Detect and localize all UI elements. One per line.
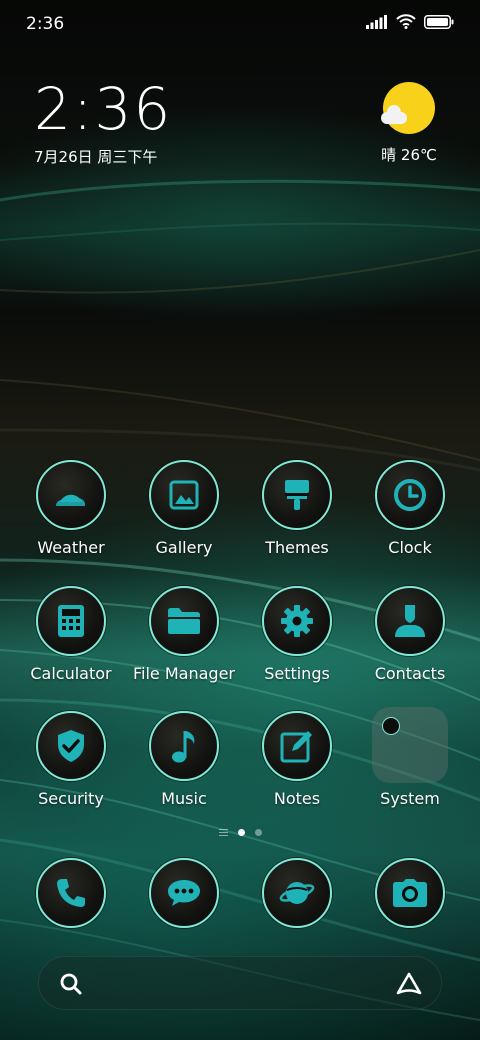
app-label: Security	[38, 789, 104, 808]
camera-icon	[375, 858, 445, 928]
app-notes[interactable]: Notes	[242, 711, 352, 808]
folder-group-icon	[372, 707, 448, 783]
page-indicator[interactable]	[0, 829, 480, 836]
clock-time: 2:36	[34, 75, 173, 143]
app-security[interactable]: Security	[16, 711, 126, 808]
page-dot-active[interactable]	[237, 829, 245, 836]
app-label: Themes	[265, 538, 329, 557]
app-clock[interactable]: Clock	[355, 460, 465, 557]
calculator-icon	[36, 586, 106, 656]
assistant-icon[interactable]	[395, 971, 423, 997]
browser-planet-icon	[262, 858, 332, 928]
app-gallery[interactable]: Gallery	[129, 460, 239, 557]
dock-browser[interactable]	[242, 858, 352, 928]
app-file-manager[interactable]: File Manager	[129, 586, 239, 683]
app-themes[interactable]: Themes	[242, 460, 352, 557]
weather-icon	[36, 460, 106, 530]
app-calculator[interactable]: Calculator	[16, 586, 126, 683]
clock-widget[interactable]: 2:36 7月26日 周三下午	[34, 78, 172, 167]
dock-phone[interactable]	[16, 858, 126, 928]
notes-edit-icon	[262, 711, 332, 781]
app-system-folder[interactable]: System	[355, 707, 465, 808]
signal-icon	[366, 14, 387, 29]
weather-widget[interactable]: 晴 26℃	[374, 82, 444, 165]
app-label: File Manager	[133, 664, 235, 683]
battery-icon	[424, 14, 454, 29]
app-label: Notes	[273, 789, 321, 808]
page-list-icon	[218, 829, 228, 836]
app-label: Contacts	[374, 664, 446, 683]
gear-icon	[262, 586, 332, 656]
status-time: 2:36	[26, 14, 65, 34]
status-icons	[366, 14, 454, 29]
phone-icon	[36, 858, 106, 928]
clock-icon	[375, 460, 445, 530]
app-music[interactable]: Music	[129, 711, 239, 808]
status-bar: 2:36	[0, 0, 480, 50]
app-label: Weather	[37, 538, 105, 557]
sun-cloud-icon	[381, 82, 435, 134]
app-label: System	[380, 789, 440, 808]
dock-camera[interactable]	[355, 858, 465, 928]
contact-person-icon	[375, 586, 445, 656]
app-label: Music	[161, 789, 207, 808]
shield-check-icon	[36, 711, 106, 781]
dock-messages[interactable]	[129, 858, 239, 928]
music-note-icon	[149, 711, 219, 781]
page-dot[interactable]	[254, 829, 262, 836]
app-label: Clock	[388, 538, 432, 557]
app-label: Settings	[264, 664, 330, 683]
app-weather[interactable]: Weather	[16, 460, 126, 557]
gallery-icon	[149, 460, 219, 530]
wifi-icon	[396, 14, 416, 29]
app-settings[interactable]: Settings	[242, 586, 352, 683]
folder-icon	[149, 586, 219, 656]
app-label: Calculator	[30, 664, 112, 683]
app-contacts[interactable]: Contacts	[355, 586, 465, 683]
search-icon[interactable]	[59, 972, 83, 996]
app-label: Gallery	[155, 538, 213, 557]
search-bar[interactable]	[38, 956, 442, 1010]
weather-text: 晴 26℃	[381, 146, 437, 164]
messages-icon	[149, 858, 219, 928]
themes-brush-icon	[262, 460, 332, 530]
clock-date: 7月26日 周三下午	[34, 148, 158, 166]
